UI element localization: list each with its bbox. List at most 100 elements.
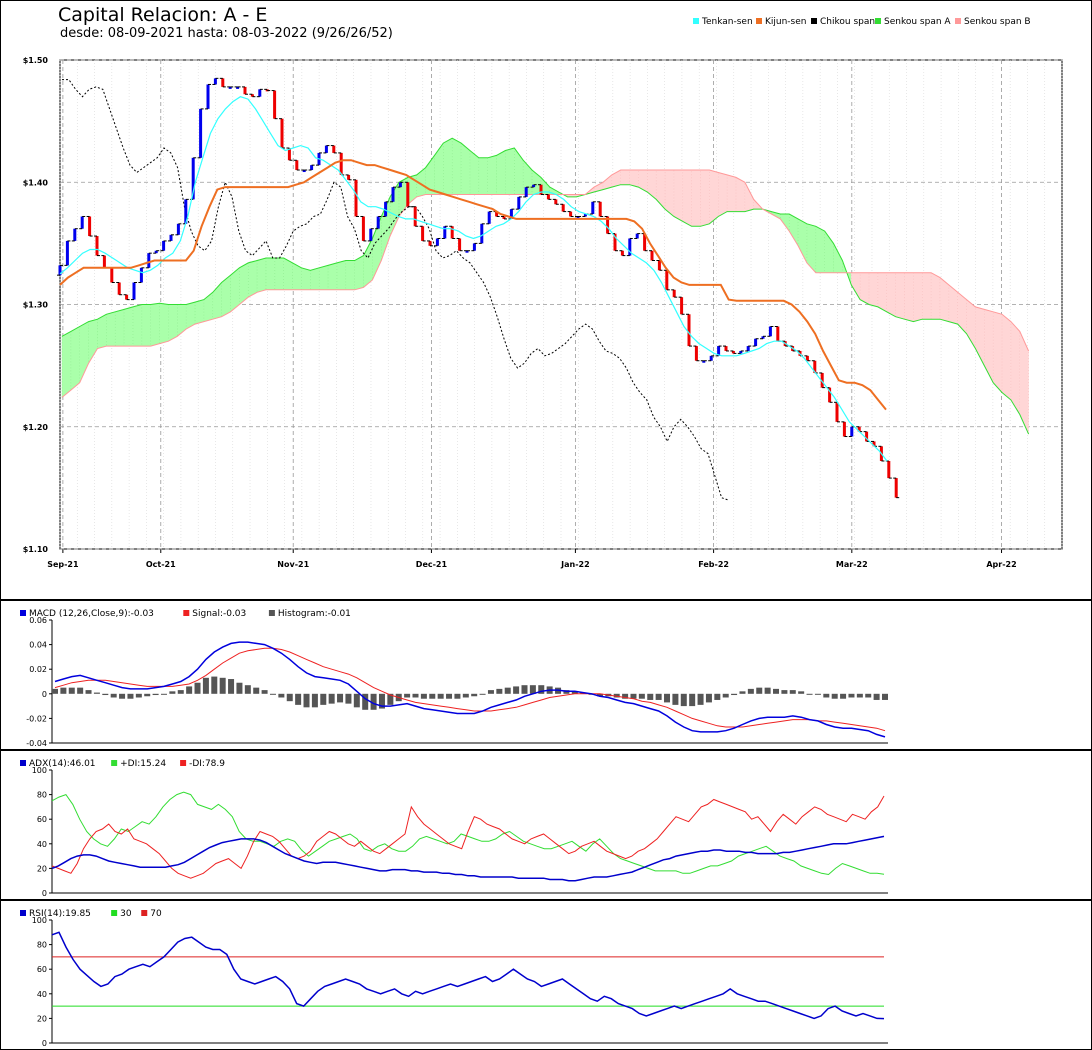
bar-up [850,426,854,437]
histogram-bar [446,693,453,699]
legend-swatch [111,760,118,766]
histogram-bar [479,693,486,695]
kumo-cloud-segment [115,309,125,347]
legend-swatch [756,18,762,24]
legend-swatch [180,760,187,766]
kumo-cloud-segment [452,137,462,195]
bar-down [724,346,728,351]
histogram-bar [513,686,520,694]
legend-label: ADX(14):46.01 [29,759,96,769]
histogram-bar [102,693,109,696]
bar-down [347,174,351,180]
histogram-bar [253,687,260,694]
bar-down [894,478,898,498]
kumo-cloud-segment [248,260,258,298]
bar-up [443,226,447,239]
bar-up [746,346,750,351]
bar-down [680,297,684,315]
histogram-bar [487,690,494,694]
histogram-bar [244,685,251,694]
legend-swatch [20,910,26,916]
histogram-bar [756,687,763,694]
bar-down [657,260,661,271]
histogram-bar [764,687,771,694]
histogram-bar [169,691,176,694]
bar-down [561,204,565,212]
kumo-cloud-segment [106,311,116,347]
kumo-cloud-segment [354,255,364,290]
kumo-cloud-segment [194,299,205,325]
histogram-bar [689,693,696,707]
histogram-bar [647,693,654,700]
bar-up [472,243,476,251]
y-tick-label: 80 [37,791,47,800]
legend-swatch [183,610,190,616]
legend-swatch [811,18,817,24]
kumo-cloud-segment [620,169,630,185]
bar-up [139,267,143,283]
histogram-bar [848,693,855,698]
histogram-bar [739,691,746,694]
legend-label: Signal:-0.03 [192,609,246,619]
bar-up [324,145,328,153]
histogram-bar [144,693,151,697]
bar-down [620,250,624,256]
y-tick-label: $1.20 [23,423,49,432]
kumo-cloud-segment [327,262,338,290]
histogram-bar [278,693,285,698]
histogram-bar [496,688,503,694]
bar-up [176,223,180,235]
histogram-bar [219,677,226,694]
histogram-bar [160,693,167,695]
histogram-bar [814,693,821,695]
legend-label: Senkou span A [884,17,951,27]
bar-down [406,182,410,207]
bar-down [280,118,284,149]
bar-down [598,201,602,217]
kumo-cloud-segment [886,272,896,317]
kumo-cloud-segment [159,303,169,344]
legend-swatch [268,610,275,616]
histogram-bar [135,693,142,698]
legend-label: RSI(14):19.85 [29,909,91,919]
kumo-cloud-segment [478,157,488,195]
histogram-bar [404,693,411,698]
bar-down [243,86,247,95]
bar-down [421,226,425,241]
histogram-bar [471,693,478,697]
histogram-bar [454,693,461,699]
kumo-cloud-segment [904,272,914,322]
rsi-panel: 100806040200RSI(14):19.85 30 70 [20,909,888,1048]
kumo-cloud-segment [70,326,80,391]
bar-up [206,84,210,109]
histogram-bar [856,693,863,698]
histogram-bar [823,693,830,698]
kumo-cloud-segment [700,169,710,227]
kumo-cloud-segment [993,311,1003,393]
kumo-cloud-segment [726,174,737,212]
bar-up [591,201,595,215]
histogram-bar [831,693,838,699]
histogram-bar [186,686,193,694]
legend-label: +DI:15.24 [120,759,166,769]
y-tick-label: 20 [37,1014,47,1023]
bar-down [88,216,92,237]
bar-down [450,226,454,239]
histogram-bar [261,690,268,694]
bar-down [672,289,676,298]
bar-up [65,240,69,266]
legend-label: MACD (12,26,Close,9):-0.03 [29,609,154,619]
bar-up [162,240,166,251]
histogram-bar [119,693,126,699]
legend-swatch [875,18,881,24]
y-tick-label: 0.04 [29,641,47,650]
bar-down [361,216,365,241]
histogram-bar [412,693,419,698]
x-tick-label: Mar-22 [836,560,868,569]
bar-down [102,255,106,268]
histogram-bar [152,693,159,696]
kumo-cloud-segment [682,169,692,227]
histogram-bar [202,677,209,694]
histogram-bar [504,687,511,694]
kumo-cloud-segment [97,314,107,349]
